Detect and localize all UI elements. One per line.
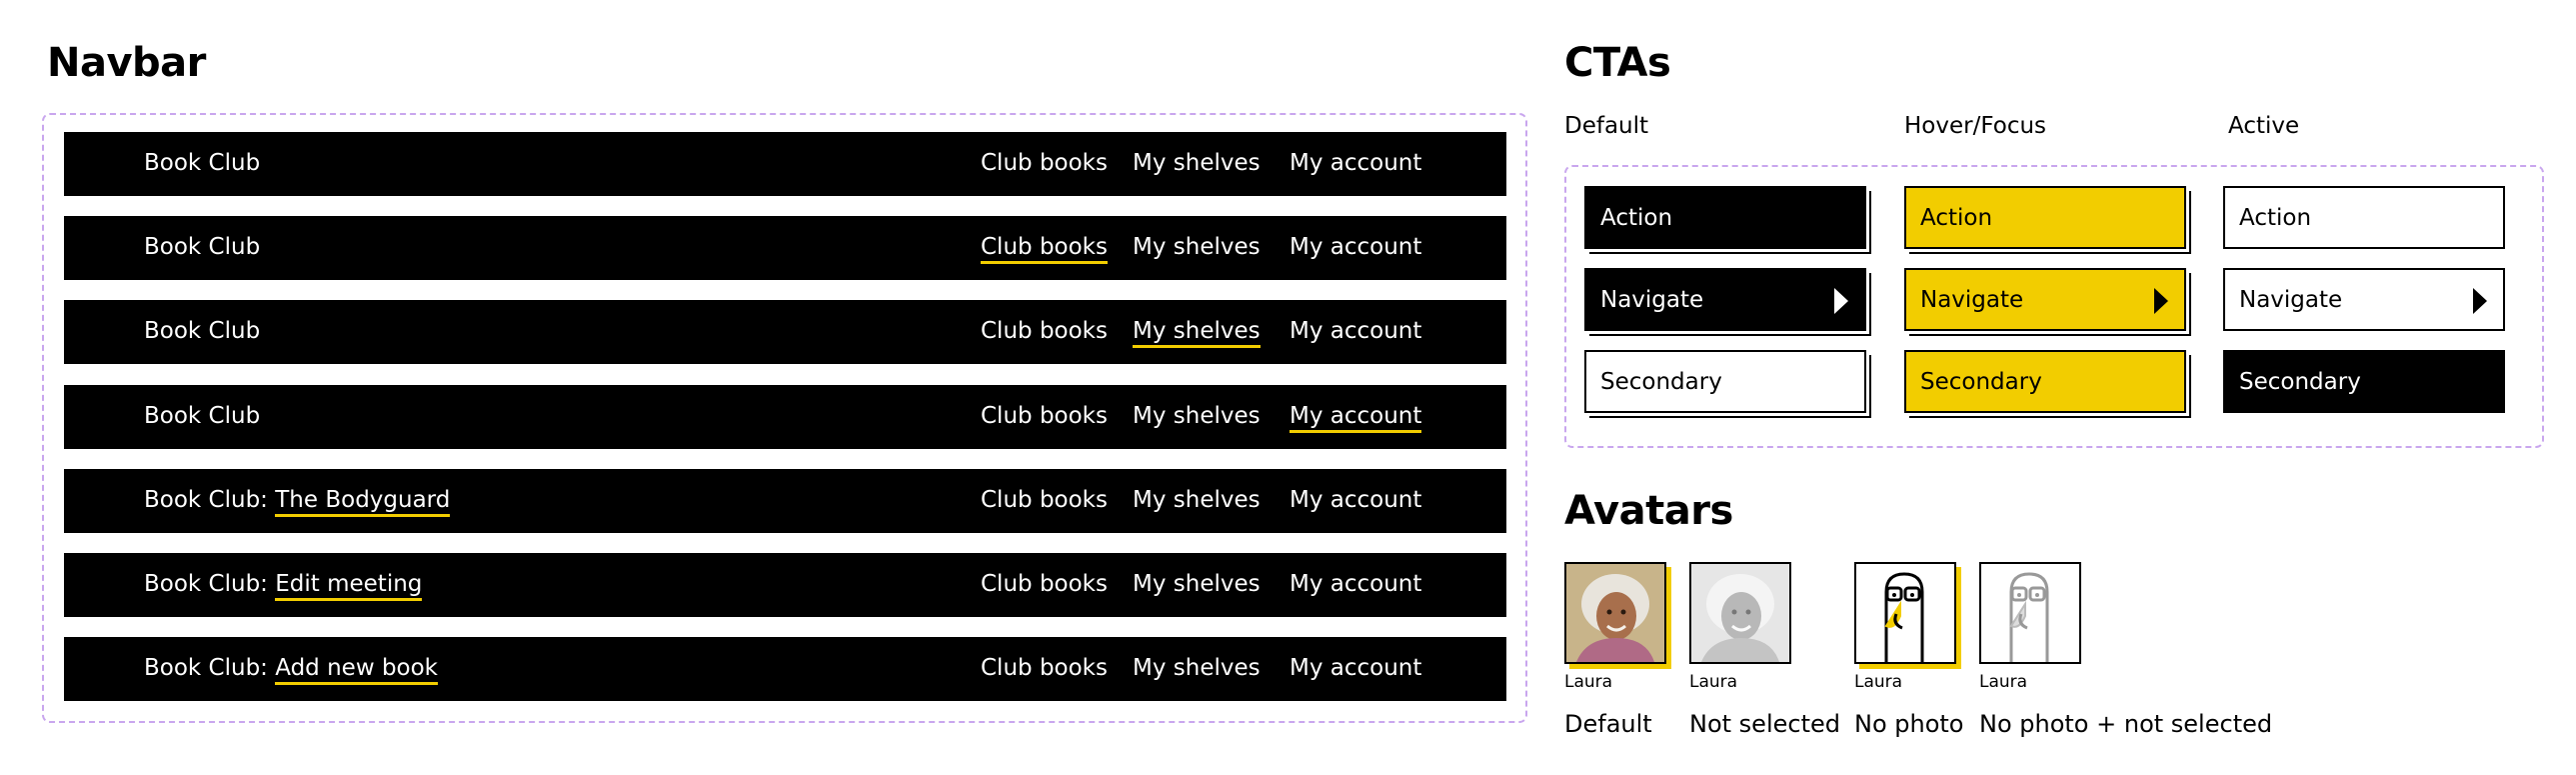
nav-link-club-books[interactable]: Club books xyxy=(981,234,1108,264)
avatar-caption-default: Default xyxy=(1564,710,1652,738)
nav-link-my-account[interactable]: My account xyxy=(1289,318,1421,344)
action-button-hover[interactable]: Action xyxy=(1904,186,2186,249)
navbar-brand[interactable]: Book Club xyxy=(144,234,260,260)
navbar-page-link[interactable]: Add new book xyxy=(275,655,439,685)
avatar-default[interactable] xyxy=(1564,562,1666,664)
navbar-brand[interactable]: Book Club: Edit meeting xyxy=(144,571,423,601)
avatar-caption-not-selected: Not selected xyxy=(1689,710,1840,738)
nav-link-my-shelves[interactable]: My shelves xyxy=(1133,150,1261,176)
navigate-button-active[interactable]: Navigate xyxy=(2223,268,2505,331)
navbar-brand-label: Book Club xyxy=(144,318,261,344)
avatar-no-photo-not-selected[interactable] xyxy=(1979,562,2081,664)
navbar: Book Club: Add new book Club books My shel… xyxy=(64,637,1506,701)
action-button-label: Action xyxy=(1600,205,1673,231)
avatars-section-title: Avatars xyxy=(1564,488,1733,534)
avatar-name-default: Laura xyxy=(1564,672,1613,692)
nav-link-my-account[interactable]: My account xyxy=(1289,234,1421,260)
nav-link-club-books[interactable]: Club books xyxy=(981,487,1108,513)
nav-link-my-shelves[interactable]: My shelves xyxy=(1133,487,1261,513)
navbar: Book Club: The Bodyguard Club books My she… xyxy=(64,469,1506,533)
nav-link-club-books[interactable]: Club books xyxy=(981,571,1108,597)
nav-link-club-books[interactable]: Club books xyxy=(981,403,1108,429)
state-label-hover: Hover/Focus xyxy=(1904,113,2047,139)
action-button-label: Action xyxy=(1920,205,1993,231)
avatar-name-not-selected: Laura xyxy=(1689,672,1738,692)
navbar-brand[interactable]: Book Club xyxy=(144,150,260,176)
nav-link-my-shelves[interactable]: My shelves xyxy=(1133,571,1261,597)
nav-link-my-shelves[interactable]: My shelves xyxy=(1133,655,1261,681)
nav-link-my-shelves[interactable]: My shelves xyxy=(1133,318,1261,348)
nav-link-my-account[interactable]: My account xyxy=(1289,150,1421,176)
navbar: Book Club Club books My shelves My account xyxy=(64,300,1506,364)
navbar-section-title: Navbar xyxy=(47,40,206,86)
navbar-brand-label: Book Club: xyxy=(144,655,268,681)
secondary-button-default[interactable]: Secondary xyxy=(1584,350,1866,413)
avatar-name-no-photo: Laura xyxy=(1854,672,1903,692)
nav-link-club-books[interactable]: Club books xyxy=(981,655,1108,681)
action-button-active[interactable]: Action xyxy=(2223,186,2505,249)
navigate-button-hover[interactable]: Navigate xyxy=(1904,268,2186,331)
navbar-brand[interactable]: Book Club: The Bodyguard xyxy=(144,487,451,517)
avatar-name-no-photo-not-selected: Laura xyxy=(1979,672,2028,692)
nav-link-club-books[interactable]: Club books xyxy=(981,318,1108,344)
navigate-button-label: Navigate xyxy=(1920,287,2024,313)
navigate-button-label: Navigate xyxy=(2239,287,2343,313)
nav-link-my-shelves[interactable]: My shelves xyxy=(1133,234,1261,260)
state-label-active: Active xyxy=(2228,113,2300,139)
navbar: Book Club: Edit meeting Club books My shel… xyxy=(64,553,1506,617)
play-arrow-icon xyxy=(1834,288,1848,314)
bird-with-glasses-grayscale-icon xyxy=(2009,572,2049,662)
nav-link-club-books[interactable]: Club books xyxy=(981,150,1108,176)
secondary-button-label: Secondary xyxy=(1920,369,2042,395)
navigate-button-label: Navigate xyxy=(1600,287,1704,313)
avatar-no-photo[interactable] xyxy=(1854,562,1956,664)
navbar-page-link[interactable]: Edit meeting xyxy=(275,571,423,601)
navbar-brand-label: Book Club: xyxy=(144,487,268,513)
photo-avatar-grayscale-icon xyxy=(1691,564,1789,662)
navbar-brand-label: Book Club: xyxy=(144,571,268,597)
navigate-button-default[interactable]: Navigate xyxy=(1584,268,1866,331)
navbar-brand[interactable]: Book Club xyxy=(144,403,260,429)
navbar-brand[interactable]: Book Club xyxy=(144,318,260,344)
navbar: Book Club Club books My shelves My account xyxy=(64,385,1506,449)
avatar-caption-no-photo-not-selected: No photo + not selected xyxy=(1979,710,2273,738)
navbar-brand[interactable]: Book Club: Add new book xyxy=(144,655,439,685)
navbar-brand-label: Book Club xyxy=(144,150,261,176)
nav-link-my-account[interactable]: My account xyxy=(1289,487,1421,513)
photo-avatar-icon xyxy=(1566,564,1664,662)
action-button-default[interactable]: Action xyxy=(1584,186,1866,249)
secondary-button-hover[interactable]: Secondary xyxy=(1904,350,2186,413)
navbar: Book Club Club books My shelves My account xyxy=(64,216,1506,280)
navbar-variants-frame: Book Club Club books My shelves My account B… xyxy=(42,113,1527,723)
ctas-section-title: CTAs xyxy=(1564,40,1671,86)
avatar-caption-no-photo: No photo xyxy=(1854,710,1964,738)
navbar-brand-label: Book Club xyxy=(144,403,261,429)
navbar-page-link[interactable]: The Bodyguard xyxy=(275,487,451,517)
navbar-brand-label: Book Club xyxy=(144,234,261,260)
secondary-button-active[interactable]: Secondary xyxy=(2223,350,2505,413)
nav-link-my-account[interactable]: My account xyxy=(1289,403,1422,433)
secondary-button-label: Secondary xyxy=(2239,369,2361,395)
avatar-not-selected[interactable] xyxy=(1689,562,1791,664)
nav-link-my-account[interactable]: My account xyxy=(1289,655,1421,681)
nav-link-my-account[interactable]: My account xyxy=(1289,571,1421,597)
secondary-button-label: Secondary xyxy=(1600,369,1722,395)
play-arrow-icon xyxy=(2154,288,2168,314)
action-button-label: Action xyxy=(2239,205,2312,231)
play-arrow-icon xyxy=(2473,288,2487,314)
nav-link-my-shelves[interactable]: My shelves xyxy=(1133,403,1261,429)
state-label-default: Default xyxy=(1564,113,1649,139)
bird-with-glasses-icon xyxy=(1884,572,1924,662)
navbar: Book Club Club books My shelves My account xyxy=(64,132,1506,196)
